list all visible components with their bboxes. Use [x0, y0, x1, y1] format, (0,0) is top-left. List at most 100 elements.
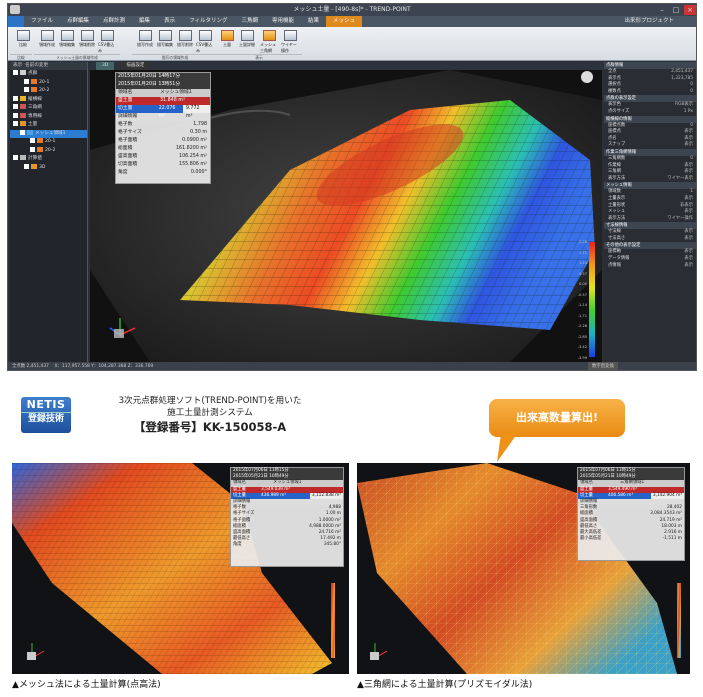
tab-3d[interactable]: 3D	[96, 62, 115, 70]
props-value: 0	[690, 82, 693, 88]
tree-item-mesh-area[interactable]: メッシュ領域1	[10, 129, 87, 138]
volume-detail-button[interactable]: 土量詳細	[238, 30, 256, 48]
compare-icon	[16, 30, 30, 41]
props-row[interactable]: スナップ 表示	[604, 142, 696, 149]
checkbox[interactable]	[13, 112, 18, 118]
properties-panel: 点群情報 全点 2,451,437 表示点 1,323,785 選択点 0 複数点 0 点群の表示…	[604, 62, 696, 362]
tree-item-volume[interactable]: 土量	[10, 121, 87, 130]
props-row[interactable]: 土量表示 表示	[604, 196, 696, 203]
props-row[interactable]: 三角網数 0	[604, 156, 696, 163]
props-row[interactable]: 寸法高さ 表示	[604, 236, 696, 243]
menu-filtering[interactable]: フィルタリング	[182, 16, 234, 27]
draw-create-button[interactable]: 描写作成	[136, 30, 154, 48]
tree-tab-rename[interactable]: 名前の変更	[25, 63, 48, 68]
detail-value: 0.30 m	[190, 130, 207, 135]
menu-tin[interactable]: 三角網	[234, 16, 265, 27]
detail-value: 0.000°	[190, 170, 207, 175]
compare-button[interactable]: 比較	[14, 30, 32, 48]
tree-item-3d[interactable]: 3D	[10, 163, 87, 173]
draw-edit-button[interactable]: 描写編集	[156, 30, 174, 48]
props-row[interactable]: 座標点 表示	[604, 129, 696, 136]
menu-point-measure[interactable]: 点群計測	[96, 16, 132, 27]
tree-item-special-line[interactable]: 専用線	[10, 112, 87, 122]
tree-item-mesh-20-2[interactable]: 20-2	[10, 146, 87, 156]
menu-mesh[interactable]: メッシュ	[326, 16, 363, 27]
app-logo-icon[interactable]	[10, 5, 20, 14]
props-value: 表示	[684, 262, 693, 268]
tree-tab-display[interactable]: 表示	[13, 63, 22, 68]
checkbox[interactable]	[13, 95, 18, 101]
checkbox[interactable]	[24, 163, 29, 169]
props-row[interactable]: メッシュ 表示	[604, 209, 696, 216]
props-row[interactable]: 三角網 表示	[604, 169, 696, 176]
menu-edit[interactable]: 編集	[132, 16, 157, 27]
view-tabs: 3D 描画設定	[90, 62, 602, 70]
checkbox[interactable]	[30, 146, 35, 152]
props-section-header[interactable]: 作業三角網情報	[604, 148, 696, 156]
props-section-header[interactable]: 点群情報	[604, 62, 696, 69]
props-row[interactable]: 土量形状 非表示	[604, 203, 696, 210]
cloud-icon	[31, 78, 37, 84]
checkbox[interactable]	[24, 87, 29, 92]
props-row[interactable]: 選択点 0	[604, 82, 696, 89]
tree-item-tin[interactable]: 三角網	[10, 104, 87, 113]
3d-viewport[interactable]: 3D 描画設定 2.28 1.71 1.14 0.57 0.00 -0.57 -…	[90, 62, 602, 362]
props-row[interactable]: 点情報 表示	[604, 263, 696, 270]
props-row[interactable]: データ情報 表示	[604, 256, 696, 263]
props-row[interactable]: 寸法線 表示	[604, 229, 696, 236]
grid-delete-icon	[80, 30, 94, 41]
checkbox[interactable]	[13, 121, 18, 126]
checkbox[interactable]	[13, 104, 18, 109]
minimize-icon[interactable]: –	[656, 5, 668, 15]
area-delete-button[interactable]: 領域削除	[78, 30, 96, 48]
group-display: 表示	[216, 54, 302, 60]
props-key: 三角網数	[608, 155, 626, 161]
mesh-tin-icon	[262, 30, 276, 41]
tree-item-20-2[interactable]: 20-2	[10, 87, 87, 96]
mesh-tin-button[interactable]: メッシュ三角網	[260, 30, 278, 54]
tree-item-mesh-20-1[interactable]: 20-1	[10, 138, 87, 147]
status-convert[interactable]: 数字直変換	[588, 362, 618, 370]
wire-button[interactable]: ワイヤー操作	[281, 30, 299, 54]
menu-special[interactable]: 専用機能	[265, 16, 301, 27]
checkbox[interactable]	[13, 70, 18, 75]
close-icon[interactable]: ×	[684, 5, 696, 15]
csv-write-button[interactable]: CSV書込み	[98, 30, 116, 54]
volume-button[interactable]: 土量	[218, 30, 236, 48]
area-create-button[interactable]: 領域作成	[38, 30, 56, 48]
project-label[interactable]: 出来形プロジェクト	[617, 16, 696, 27]
menu-point-edit[interactable]: 点群編集	[60, 16, 96, 27]
file-menu-icon[interactable]	[8, 16, 24, 27]
detail-value: 0.0900 m²	[182, 138, 207, 143]
menu-result[interactable]: 結果	[301, 16, 326, 27]
props-row[interactable]: 全点 2,451,437	[604, 69, 696, 76]
maximize-icon[interactable]: □	[670, 5, 682, 15]
props-row[interactable]: 複数点 0	[604, 89, 696, 96]
checkbox[interactable]	[24, 78, 29, 84]
props-row[interactable]: 表示方法 ワイヤー表示	[604, 176, 696, 183]
checkbox[interactable]	[30, 138, 35, 143]
crossline-icon	[20, 95, 26, 101]
area-edit-button[interactable]: 領域編集	[58, 30, 76, 48]
props-row[interactable]: 表示方法 ワイヤー操作	[604, 216, 696, 223]
props-row[interactable]: 領域数 1	[604, 189, 696, 196]
detail-value: -1.511 m	[662, 536, 682, 542]
checkbox[interactable]	[20, 129, 25, 135]
tree-item-crossline[interactable]: 縦横線	[10, 95, 87, 105]
props-section-header[interactable]: 縦横線の情報	[604, 115, 696, 123]
props-row[interactable]: 表示色 RGB表示	[604, 102, 696, 109]
camera-icon[interactable]	[581, 71, 593, 83]
tree-item-pointcloud[interactable]: 点群	[10, 70, 87, 79]
tree-item-20-1[interactable]: 20-1	[10, 78, 87, 88]
checkbox[interactable]	[13, 155, 18, 160]
draw-csv-button[interactable]: CSV書込み	[196, 30, 214, 54]
menu-view[interactable]: 表示	[157, 16, 182, 27]
draw-delete-button[interactable]: 描写削除	[176, 30, 194, 48]
props-value: RGB表示	[675, 102, 693, 108]
menu-file[interactable]: ファイル	[24, 16, 60, 27]
props-row[interactable]: 点のサイズ 1 Px	[604, 109, 696, 116]
draw-csv-icon	[198, 30, 212, 41]
left-diff-value: 3,112.838 m³	[309, 492, 343, 499]
tree-item-calc[interactable]: 計算値	[10, 155, 87, 164]
tab-draw-settings[interactable]: 描画設定	[120, 62, 151, 70]
